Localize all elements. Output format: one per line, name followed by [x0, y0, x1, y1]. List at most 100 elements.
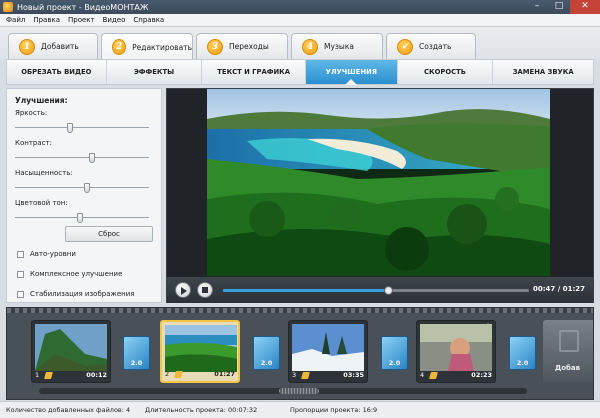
menu-file[interactable]: Файл: [6, 16, 25, 24]
step-number-badge: 4: [302, 38, 318, 55]
seek-bar[interactable]: [223, 286, 529, 295]
transition-duration: 2.0: [516, 359, 529, 367]
clip-thumbnail: [35, 324, 107, 371]
title-bar: Новый проект - ВидеоМОНТАЖ – □ ✕: [0, 0, 600, 14]
scrollbar-grip[interactable]: [279, 388, 319, 394]
tab-effects[interactable]: ЭФФЕКТЫ: [107, 60, 203, 84]
film-icon: [559, 330, 579, 352]
clip-duration: 03:35: [343, 371, 364, 379]
timeline-film-stripe: [7, 308, 593, 313]
clip-thumbnail-picture: [292, 324, 364, 371]
video-frame-image: [207, 89, 550, 276]
close-button[interactable]: ✕: [570, 0, 600, 14]
transition-duration: 2.0: [260, 359, 273, 367]
slider-thumb[interactable]: [89, 153, 96, 163]
brightness-slider[interactable]: [15, 123, 153, 133]
timeline-clip-selected[interactable]: 2 01:27: [160, 320, 240, 383]
clip-thumbnail-picture: [165, 325, 237, 372]
step-tab-label: Добавить: [41, 42, 79, 51]
step-tab-create[interactable]: ✓ Создать: [386, 33, 476, 59]
clip-thumbnail-picture: [420, 324, 492, 371]
clip-thumbnail: [165, 325, 237, 372]
transition-item[interactable]: 2.0: [253, 336, 280, 370]
hue-slider[interactable]: [15, 213, 153, 223]
tab-text-graphics[interactable]: ТЕКСТ И ГРАФИКА: [202, 60, 306, 84]
clip-duration: 01:27: [214, 370, 235, 378]
menu-video[interactable]: Видео: [103, 16, 126, 24]
tab-trim-video[interactable]: ОБРЕЗАТЬ ВИДЕО: [7, 60, 107, 84]
transition-duration: 2.0: [130, 359, 143, 367]
panel-title: Улучшения:: [15, 96, 68, 105]
tab-replace-audio[interactable]: ЗАМЕНА ЗВУКА: [493, 60, 593, 84]
maximize-button[interactable]: □: [548, 0, 570, 14]
slider-thumb[interactable]: [77, 213, 84, 223]
pencil-icon[interactable]: [174, 370, 183, 378]
stabilization-checkbox[interactable]: Стабилизация изображения: [17, 290, 134, 298]
auto-levels-checkbox[interactable]: Авто-уровни: [17, 250, 76, 258]
files-count: Количество добавленных файлов: 4: [6, 406, 131, 414]
pencil-icon[interactable]: [301, 371, 310, 379]
app-icon: [3, 2, 13, 12]
menu-help[interactable]: Справка: [133, 16, 164, 24]
transition-item[interactable]: 2.0: [381, 336, 408, 370]
seek-progress: [223, 289, 389, 292]
hue-label: Цветовой тон:: [15, 199, 68, 207]
add-clip-button[interactable]: Добав: [543, 320, 593, 383]
enhancements-panel: Улучшения: Яркость: Контраст: Насыщеннос…: [6, 88, 162, 303]
saturation-slider[interactable]: [15, 183, 153, 193]
menu-bar: Файл Правка Проект Видео Справка: [0, 14, 600, 27]
step-tab-label: Создать: [419, 42, 452, 51]
minimize-button[interactable]: –: [526, 0, 548, 14]
timeline-clip[interactable]: 3 03:35: [288, 320, 368, 383]
player-controls: 00:47 / 01:27: [167, 277, 593, 303]
status-bar: Количество добавленных файлов: 4 Длитель…: [0, 401, 600, 418]
checkbox-label: Авто-уровни: [30, 250, 76, 258]
window-title: Новый проект - ВидеоМОНТАЖ: [17, 2, 149, 12]
time-display: 00:47 / 01:27: [533, 285, 585, 293]
timeline-scrollbar[interactable]: [39, 388, 527, 394]
clip-thumbnail-picture: [35, 324, 107, 371]
checkbox-box[interactable]: [17, 290, 24, 298]
step-number-badge: 2: [112, 39, 127, 55]
contrast-slider[interactable]: [15, 153, 153, 163]
stop-button[interactable]: [197, 282, 213, 298]
complex-enhance-checkbox[interactable]: Комплексное улучшение: [17, 270, 122, 278]
edit-subtabs: ОБРЕЗАТЬ ВИДЕО ЭФФЕКТЫ ТЕКСТ И ГРАФИКА У…: [6, 59, 594, 85]
clip-duration: 02:23: [471, 371, 492, 379]
timeline-clip[interactable]: 1 00:12: [31, 320, 111, 383]
pencil-icon[interactable]: [44, 371, 53, 379]
step-tab-transitions[interactable]: 3 Переходы: [196, 33, 288, 59]
contrast-label: Контраст:: [15, 139, 52, 147]
menu-edit[interactable]: Правка: [33, 16, 60, 24]
slider-thumb[interactable]: [67, 123, 73, 133]
transition-item[interactable]: 2.0: [123, 336, 150, 370]
step-tab-add[interactable]: 1 Добавить: [8, 33, 98, 59]
play-button[interactable]: [175, 282, 191, 298]
tab-enhancements[interactable]: УЛУЧШЕНИЯ: [305, 60, 398, 85]
pencil-icon[interactable]: [429, 371, 438, 379]
step-tab-music[interactable]: 4 Музыка: [291, 33, 383, 59]
step-tabs: 1 Добавить 2 Редактировать 3 Переходы 4 …: [0, 27, 600, 60]
clip-duration: 00:12: [86, 371, 107, 379]
transition-item[interactable]: 2.0: [509, 336, 536, 370]
clip-thumbnail: [292, 324, 364, 371]
brightness-label: Яркость:: [15, 109, 48, 117]
transition-duration: 2.0: [388, 359, 401, 367]
saturation-label: Насыщенность:: [15, 169, 73, 177]
tab-speed[interactable]: СКОРОСТЬ: [398, 60, 494, 84]
seek-handle[interactable]: [384, 286, 394, 295]
video-preview: 00:47 / 01:27: [166, 88, 594, 303]
step-tab-label: Переходы: [229, 42, 269, 51]
reset-button[interactable]: Сброс: [65, 226, 153, 242]
timeline-clip[interactable]: 4 02:23: [416, 320, 496, 383]
step-tab-edit[interactable]: 2 Редактировать: [101, 33, 193, 60]
step-tab-label: Музыка: [324, 42, 354, 51]
menu-project[interactable]: Проект: [68, 16, 95, 24]
timeline: 1 00:12 2.0 2 01:27 2.0 3 03:35 2.0 4 02…: [6, 307, 594, 400]
slider-thumb[interactable]: [83, 183, 90, 193]
project-duration: Длительность проекта: 00:07:32: [145, 406, 258, 414]
checkbox-box[interactable]: [17, 250, 24, 258]
landscape-picture: [207, 89, 550, 276]
checkmark-icon: ✓: [397, 38, 413, 55]
checkbox-box[interactable]: [17, 270, 24, 278]
